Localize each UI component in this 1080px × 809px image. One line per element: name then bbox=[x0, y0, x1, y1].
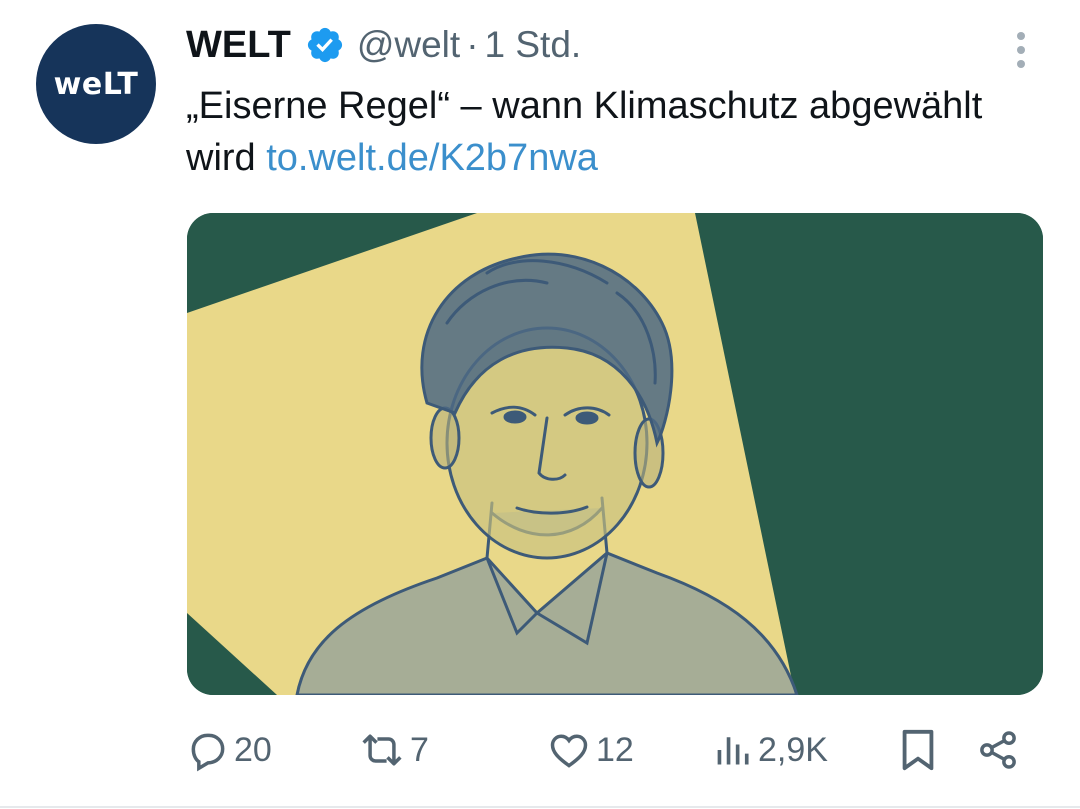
share-icon bbox=[980, 731, 1016, 769]
reply-button[interactable]: 20 bbox=[186, 720, 272, 780]
repost-icon bbox=[362, 734, 402, 766]
repost-count: 7 bbox=[410, 730, 429, 769]
tweet-actions: 20 7 12 2,9K bbox=[186, 720, 1036, 780]
tweet-text: „Eiserne Regel“ – wann Klimaschutz abgew… bbox=[186, 80, 1046, 184]
views-count: 2,9K bbox=[758, 730, 828, 769]
divider bbox=[0, 806, 1080, 808]
share-button[interactable] bbox=[976, 720, 1020, 780]
bookmark-icon bbox=[902, 729, 934, 771]
views-button[interactable]: 2,9K bbox=[714, 720, 828, 780]
user-handle[interactable]: @welt bbox=[357, 24, 460, 66]
portrait-illustration-icon bbox=[187, 213, 1043, 695]
bookmark-button[interactable] bbox=[898, 720, 938, 780]
reply-icon bbox=[191, 733, 225, 772]
heart-icon bbox=[550, 734, 588, 768]
more-options-icon[interactable] bbox=[1006, 30, 1036, 70]
reply-count: 20 bbox=[234, 730, 272, 769]
display-name[interactable]: WELT bbox=[186, 24, 291, 67]
separator-dot: · bbox=[466, 24, 479, 65]
avatar[interactable]: weLT bbox=[36, 24, 156, 144]
timestamp[interactable]: 1 Std. bbox=[485, 24, 582, 66]
verified-badge-icon bbox=[307, 27, 342, 63]
avatar-logo-text: weLT bbox=[53, 66, 139, 102]
tweet-link[interactable]: to.welt.de/K2b7nwa bbox=[266, 137, 598, 179]
like-count: 12 bbox=[596, 730, 634, 769]
like-button[interactable]: 12 bbox=[546, 720, 634, 780]
tweet-media-image[interactable] bbox=[187, 213, 1043, 695]
views-chart-icon bbox=[717, 737, 749, 765]
repost-button[interactable]: 7 bbox=[358, 720, 429, 780]
tweet-header: WELT @welt · 1 Std. bbox=[186, 20, 581, 70]
